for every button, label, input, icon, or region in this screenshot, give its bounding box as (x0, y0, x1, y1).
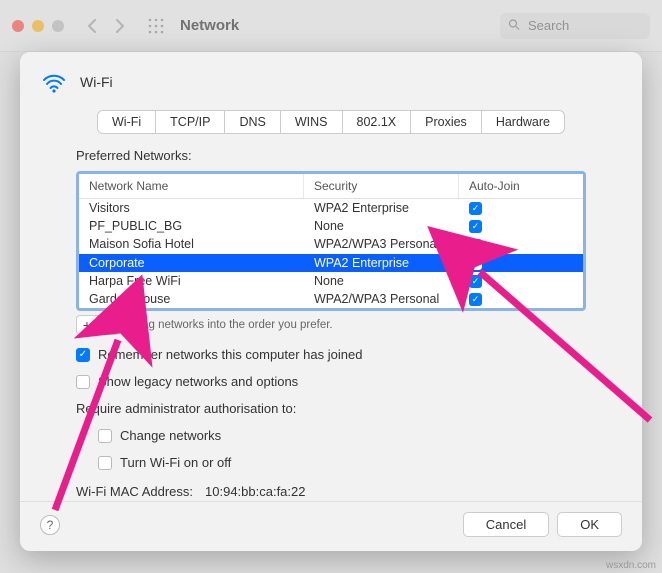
action-buttons: Cancel OK (463, 512, 622, 537)
search-icon (508, 18, 520, 33)
ok-button[interactable]: OK (557, 512, 622, 537)
tab-wins[interactable]: WINS (281, 111, 343, 133)
sheet-title: Wi-Fi (80, 74, 113, 90)
mac-address-row: Wi-Fi MAC Address: 10:94:bb:ca:fa:22 (76, 484, 586, 499)
column-network-name[interactable]: Network Name (79, 174, 304, 198)
remember-checkbox[interactable]: ✓ (76, 348, 90, 362)
cell-security: WPA2 Enterprise (304, 199, 459, 217)
back-button[interactable] (80, 14, 104, 38)
sheet-footer: ? Cancel OK (20, 501, 642, 537)
tab-tcpip[interactable]: TCP/IP (156, 111, 225, 133)
mac-address-value: 10:94:bb:ca:fa:22 (205, 484, 305, 499)
forward-button (108, 14, 132, 38)
tab-wifi[interactable]: Wi-Fi (98, 111, 156, 133)
zoom-window-icon (52, 20, 64, 32)
cell-autojoin: ✓ (459, 217, 539, 235)
change-networks-checkbox[interactable] (98, 429, 112, 443)
table-row[interactable]: Harpa Free WiFiNone ✓ (79, 272, 583, 290)
change-networks-row[interactable]: Change networks (98, 428, 586, 443)
cell-network-name: Visitors (79, 199, 304, 217)
cell-network-name: PF_PUBLIC_BG (79, 217, 304, 235)
table-row[interactable]: PF_PUBLIC_BGNone ✓ (79, 217, 583, 235)
turn-wifi-label: Turn Wi-Fi on or off (120, 455, 231, 470)
cell-autojoin: ✓ (459, 235, 539, 253)
cell-autojoin: ✓ (459, 290, 539, 308)
table-row[interactable]: VisitorsWPA2 Enterprise ✓ (79, 199, 583, 217)
wifi-advanced-sheet: Wi-Fi Wi-FiTCP/IPDNSWINS802.1XProxiesHar… (20, 52, 642, 551)
cell-autojoin: ✓ (459, 254, 539, 272)
search-input[interactable] (500, 13, 650, 39)
cell-network-name: Corporate (79, 254, 304, 272)
autojoin-checkbox[interactable]: ✓ (469, 220, 482, 233)
table-header: Network Name Security Auto-Join (79, 174, 583, 199)
preferred-networks-table[interactable]: Network Name Security Auto-Join Visitors… (76, 171, 586, 311)
turn-wifi-row[interactable]: Turn Wi-Fi on or off (98, 455, 586, 470)
table-body[interactable]: VisitorsWPA2 Enterprise✓PF_PUBLIC_BGNone… (79, 199, 583, 308)
mac-address-label: Wi-Fi MAC Address: (76, 484, 193, 499)
tab-8021x[interactable]: 802.1X (343, 111, 412, 133)
cell-autojoin: ✓ (459, 199, 539, 217)
show-all-icon[interactable] (144, 14, 168, 38)
watermark: wsxdn.com (606, 560, 656, 571)
table-row[interactable]: Garden HouseWPA2/WPA3 Personal ✓ (79, 290, 583, 308)
nav-buttons (80, 14, 132, 38)
traffic-lights (12, 20, 64, 32)
cell-network-name: Harpa Free WiFi (79, 272, 304, 290)
cell-security: WPA2/WPA3 Personal (304, 235, 459, 253)
tab-content: Preferred Networks: Network Name Securit… (20, 148, 642, 501)
tabs-row: Wi-FiTCP/IPDNSWINS802.1XProxiesHardware (20, 110, 642, 148)
legacy-label: Show legacy networks and options (98, 374, 298, 389)
legacy-checkbox-row[interactable]: Show legacy networks and options (76, 374, 586, 389)
table-footer: + − Drag networks into the order you pre… (76, 315, 586, 335)
autojoin-checkbox[interactable]: ✓ (469, 257, 482, 270)
remember-checkbox-row[interactable]: ✓ Remember networks this computer has jo… (76, 347, 586, 362)
preferred-networks-label: Preferred Networks: (76, 148, 586, 163)
table-row[interactable]: Maison Sofia HotelWPA2/WPA3 Personal ✓ (79, 235, 583, 253)
autojoin-checkbox[interactable]: ✓ (469, 293, 482, 306)
titlebar: Network (0, 0, 662, 52)
column-auto-join[interactable]: Auto-Join (459, 174, 539, 198)
legacy-checkbox[interactable] (76, 375, 90, 389)
cell-network-name: Garden House (79, 290, 304, 308)
cell-network-name: Maison Sofia Hotel (79, 235, 304, 253)
cell-security: None (304, 217, 459, 235)
window-title: Network (180, 17, 239, 34)
search-wrap (500, 13, 650, 39)
column-security[interactable]: Security (304, 174, 459, 198)
cancel-button[interactable]: Cancel (463, 512, 549, 537)
tab-dns[interactable]: DNS (225, 111, 280, 133)
cell-security: WPA2/WPA3 Personal (304, 290, 459, 308)
autojoin-checkbox[interactable]: ✓ (469, 239, 482, 252)
table-row[interactable]: CorporateWPA2 Enterprise ✓ (79, 254, 583, 272)
autojoin-checkbox[interactable]: ✓ (469, 202, 482, 215)
turn-wifi-checkbox[interactable] (98, 456, 112, 470)
auth-label: Require administrator authorisation to: (76, 401, 586, 416)
change-networks-label: Change networks (120, 428, 221, 443)
tab-bar: Wi-FiTCP/IPDNSWINS802.1XProxiesHardware (97, 110, 565, 134)
remove-network-button[interactable]: − (98, 315, 120, 335)
tab-hardware[interactable]: Hardware (482, 111, 564, 133)
close-window-icon[interactable] (12, 20, 24, 32)
help-button[interactable]: ? (40, 515, 60, 535)
tab-proxies[interactable]: Proxies (411, 111, 482, 133)
cell-security: WPA2 Enterprise (304, 254, 459, 272)
drag-hint: Drag networks into the order you prefer. (130, 319, 333, 331)
remember-label: Remember networks this computer has join… (98, 347, 362, 362)
cell-security: None (304, 272, 459, 290)
add-network-button[interactable]: + (76, 315, 98, 335)
cell-autojoin: ✓ (459, 272, 539, 290)
autojoin-checkbox[interactable]: ✓ (469, 275, 482, 288)
minimize-window-icon[interactable] (32, 20, 44, 32)
sheet-header: Wi-Fi (20, 68, 642, 110)
wifi-icon (40, 68, 68, 96)
